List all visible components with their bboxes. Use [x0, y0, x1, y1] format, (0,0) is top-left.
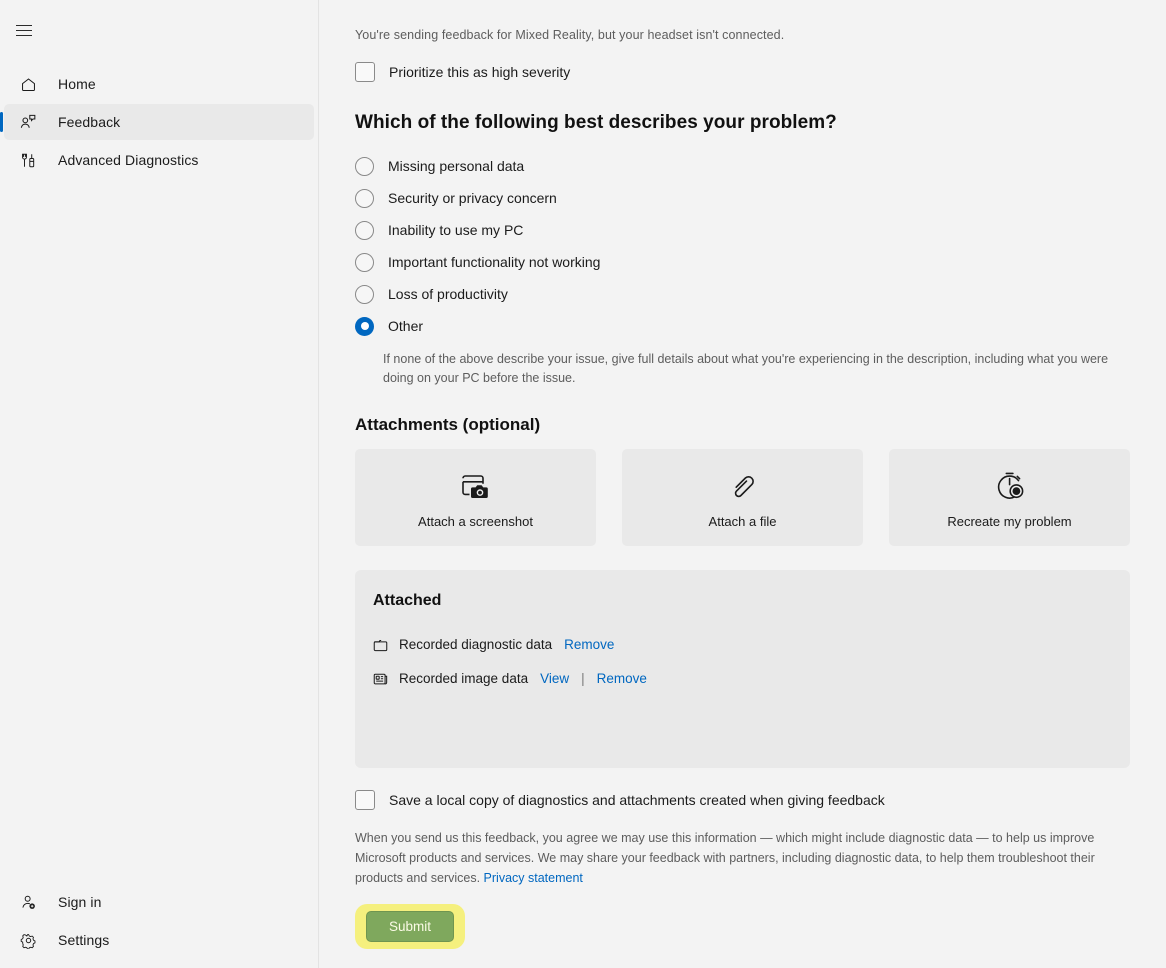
attachment-buttons: Attach a screenshot Attach a file Recrea… — [355, 448, 1130, 546]
attached-item-recorded-image-data: Recorded image data View | Remove — [373, 662, 1112, 696]
radio-important-functionality-not-working[interactable]: Important functionality not working — [355, 246, 1130, 278]
sidebar-item-settings[interactable]: Settings — [4, 922, 314, 958]
view-link[interactable]: View — [540, 671, 569, 686]
checkbox-box — [355, 789, 375, 810]
remove-link[interactable]: Remove — [564, 637, 614, 652]
radio-label: Security or privacy concern — [388, 190, 557, 206]
radio-circle — [355, 156, 374, 176]
gear-icon — [16, 930, 40, 950]
remove-link[interactable]: Remove — [597, 671, 647, 686]
sidebar-item-feedback[interactable]: Feedback — [0, 104, 314, 140]
other-option-help-text: If none of the above describe your issue… — [383, 352, 1109, 386]
hamburger-icon — [16, 24, 32, 36]
checkbox-label: Save a local copy of diagnostics and att… — [389, 791, 885, 808]
radio-other[interactable]: Other — [355, 310, 1130, 342]
legal-text: When you send us this feedback, you agre… — [355, 830, 1095, 885]
attach-a-file-button[interactable]: Attach a file — [622, 448, 863, 546]
attached-panel-title: Attached — [373, 591, 442, 609]
record-stopwatch-icon — [993, 466, 1027, 506]
sidebar-item-label: Feedback — [58, 114, 121, 130]
sidebar-item-label: Advanced Diagnostics — [58, 152, 199, 168]
person-add-icon — [16, 892, 40, 912]
sidebar: Home Feedback Advanced Diagnostics Sign … — [0, 0, 319, 968]
sidebar-nav: Home Feedback Advanced Diagnostics — [0, 64, 318, 180]
legal-disclaimer: When you send us this feedback, you agre… — [355, 828, 1130, 888]
link-separator: | — [581, 671, 585, 687]
attachments-heading: Attachments (optional) — [355, 414, 541, 434]
radio-label: Missing personal data — [388, 158, 525, 174]
main-content: You're sending feedback for Mixed Realit… — [319, 0, 1166, 968]
radio-circle-selected — [355, 316, 374, 336]
prioritize-high-severity-checkbox[interactable]: Prioritize this as high severity — [355, 62, 1130, 82]
attached-item-name: Recorded image data — [399, 671, 529, 687]
image-data-icon — [373, 672, 395, 686]
recreate-my-problem-button[interactable]: Recreate my problem — [889, 448, 1130, 546]
sidebar-item-sign-in[interactable]: Sign in — [4, 884, 314, 920]
radio-circle — [355, 252, 374, 272]
screenshot-icon — [459, 466, 493, 506]
problem-radio-group: Missing personal data Security or privac… — [355, 150, 1130, 389]
home-icon — [16, 74, 40, 94]
sidebar-bottom-nav: Sign in Settings — [0, 882, 318, 960]
attachment-card-label: Attach a file — [708, 513, 777, 529]
radio-loss-of-productivity[interactable]: Loss of productivity — [355, 278, 1130, 310]
radio-label: Inability to use my PC — [388, 222, 524, 238]
radio-label: Other — [388, 318, 424, 334]
radio-inability-to-use-my-pc[interactable]: Inability to use my PC — [355, 214, 1130, 246]
attachment-card-label: Attach a screenshot — [418, 513, 533, 529]
attachment-card-label: Recreate my problem — [947, 513, 1072, 529]
checkbox-box — [355, 62, 375, 82]
radio-circle — [355, 220, 374, 240]
radio-label: Important functionality not working — [388, 254, 601, 270]
radio-label: Loss of productivity — [388, 286, 508, 302]
hamburger-menu-button[interactable] — [4, 12, 44, 48]
sidebar-item-advanced-diagnostics[interactable]: Advanced Diagnostics — [4, 142, 314, 178]
radio-security-or-privacy-concern[interactable]: Security or privacy concern — [355, 182, 1130, 214]
sidebar-item-label: Sign in — [58, 894, 102, 910]
paperclip-icon — [728, 466, 758, 506]
attached-item-name: Recorded diagnostic data — [399, 637, 553, 653]
submit-button[interactable]: Submit — [366, 910, 455, 942]
attached-item-recorded-diagnostic-data: Recorded diagnostic data Remove — [373, 628, 1112, 662]
radio-circle — [355, 188, 374, 208]
radio-missing-personal-data[interactable]: Missing personal data — [355, 150, 1130, 182]
sidebar-item-label: Home — [58, 76, 96, 92]
save-local-copy-checkbox[interactable]: Save a local copy of diagnostics and att… — [355, 789, 1130, 810]
attached-panel: Attached Recorded diagnostic data Remove — [355, 569, 1130, 768]
submit-highlight-ring: Submit — [355, 903, 466, 949]
tools-icon — [16, 150, 40, 170]
attach-a-screenshot-button[interactable]: Attach a screenshot — [355, 448, 596, 546]
radio-circle — [355, 284, 374, 304]
headset-notice: You're sending feedback for Mixed Realit… — [355, 28, 785, 42]
problem-section-heading: Which of the following best describes yo… — [355, 112, 837, 133]
privacy-statement-link[interactable]: Privacy statement — [484, 871, 583, 885]
feedback-hub-window: Home Feedback Advanced Diagnostics Sign … — [0, 0, 1166, 968]
sidebar-item-home[interactable]: Home — [4, 66, 314, 102]
feedback-icon — [16, 112, 40, 132]
folder-icon — [373, 638, 395, 652]
checkbox-label: Prioritize this as high severity — [389, 64, 571, 80]
sidebar-item-label: Settings — [58, 932, 110, 948]
